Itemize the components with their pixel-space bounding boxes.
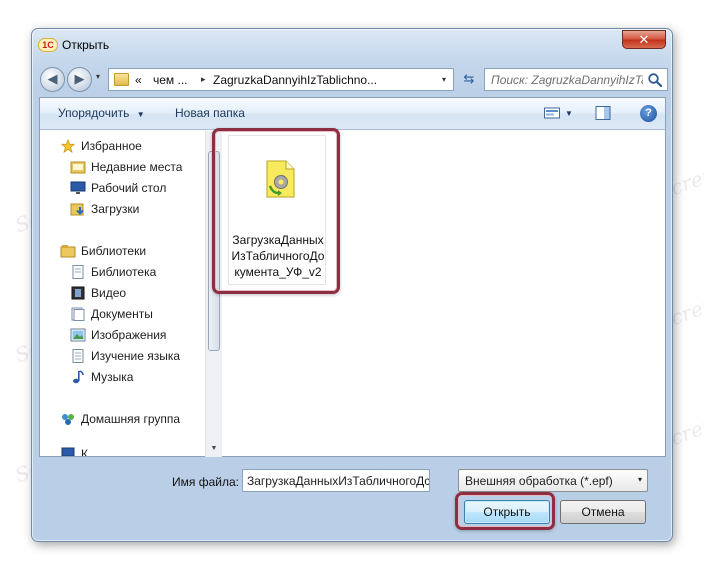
scroll-up-icon[interactable]: ▲ [206, 131, 222, 148]
tree-item-desktop[interactable]: Рабочий стол [70, 179, 166, 199]
back-arrow-icon: ◀ [47, 71, 58, 86]
recent-places-icon [70, 161, 86, 174]
scroll-down-icon[interactable]: ▼ [206, 440, 222, 457]
nav-scrollbar[interactable]: ▲ ▼ [205, 131, 222, 457]
dialog-title: Открыть [62, 38, 110, 52]
refresh-icon: ⇆ [463, 71, 475, 86]
view-dropdown-icon[interactable]: ▼ [565, 109, 573, 118]
command-toolbar: Упорядочить ▼ Новая папка ▼ ? [40, 98, 665, 130]
recent-locations-chevron-icon[interactable]: ▾ [96, 72, 100, 81]
tree-item-label: Изучение языка [91, 349, 181, 363]
desktop-icon [70, 181, 86, 194]
document-icon [72, 264, 84, 279]
tree-item-label: Избранное [81, 139, 142, 153]
film-icon [71, 286, 85, 300]
breadcrumb-overflow[interactable]: « [135, 73, 142, 87]
tree-item-recent-places[interactable]: Недавние места [70, 158, 182, 178]
title-bar[interactable]: 1С Открыть ✕ [32, 29, 672, 59]
address-bar[interactable]: « чем ... ▸ ZagruzkaDannyihIzTablichno..… [108, 68, 454, 91]
epf-file-icon [266, 160, 295, 198]
refresh-button[interactable]: ⇆ [458, 68, 480, 91]
folder-icon [114, 73, 129, 86]
tree-item-homegroup[interactable]: Домашняя группа [60, 410, 180, 430]
tree-item-favorites[interactable]: Избранное [60, 137, 142, 157]
file-list-pane: ЗагрузкаДанныхИзТабличногоДокумента_УФ_v… [222, 131, 665, 456]
search-input[interactable]: Поиск: ZagruzkaDannyihIzTa... [491, 73, 643, 87]
pictures-icon [70, 328, 86, 342]
1c-app-icon: 1С [38, 38, 58, 52]
back-button[interactable]: ◀ [40, 67, 65, 92]
library-document-icon [72, 348, 84, 363]
tree-item-documents[interactable]: Документы [70, 305, 153, 325]
filename-label: Имя файла: [172, 475, 239, 489]
scroll-thumb[interactable] [208, 151, 220, 351]
libraries-icon [60, 244, 76, 258]
breadcrumb-item[interactable]: чем ... [153, 73, 188, 87]
tree-item-pictures[interactable]: Изображения [70, 326, 166, 346]
tree-item-label: Библиотека [91, 265, 157, 279]
file-name: ЗагрузкаДанныхИзТабличногоДокумента_УФ_v… [231, 233, 325, 279]
tree-item-language-learning[interactable]: Изучение языка [70, 347, 180, 367]
preview-pane-icon[interactable] [594, 105, 612, 121]
tree-item-label: Загрузки [91, 202, 140, 216]
tree-item-label: Недавние места [91, 160, 183, 174]
view-options-icon[interactable] [543, 105, 561, 121]
tree-item-label: Библиотеки [81, 244, 147, 258]
open-button[interactable]: Открыть [464, 500, 550, 524]
open-file-dialog: 1С Открыть ✕ ◀ ▶ ▾ « чем ... ▸ ZagruzkaD… [31, 28, 673, 542]
forward-button[interactable]: ▶ [67, 67, 92, 92]
tree-item-label: Изображения [91, 328, 167, 342]
documents-icon [71, 307, 85, 321]
chevron-down-icon: ▼ [136, 110, 145, 119]
search-box[interactable]: Поиск: ZagruzkaDannyihIzTa... [484, 68, 668, 91]
close-button[interactable]: ✕ [622, 30, 666, 49]
search-icon[interactable] [647, 72, 663, 88]
tree-item-music[interactable]: Музыка [70, 368, 133, 388]
file-type-select[interactable]: Внешняя обработка (*.epf) ▾ [458, 469, 648, 492]
navigation-bar: ◀ ▶ ▾ « чем ... ▸ ZagruzkaDannyihIzTabli… [38, 65, 668, 93]
breadcrumb-item-current[interactable]: ZagruzkaDannyihIzTablichno... [213, 73, 377, 87]
tree-item-computer[interactable]: К [60, 445, 88, 456]
filename-input[interactable]: ЗагрузкаДанныхИзТабличногоДс [242, 469, 430, 492]
downloads-icon [70, 203, 84, 216]
tree-item-label: К [81, 447, 88, 456]
homegroup-icon [62, 413, 74, 425]
tree-item-label: Музыка [91, 370, 134, 384]
close-icon: ✕ [638, 32, 650, 47]
tree-item-label: Документы [91, 307, 153, 321]
tree-item-library[interactable]: Библиотека [70, 263, 156, 283]
organize-button[interactable]: Упорядочить ▼ [58, 106, 145, 120]
tree-item-downloads[interactable]: Загрузки [70, 200, 139, 220]
tree-item-libraries[interactable]: Библиотеки [60, 242, 146, 262]
file-type-value: Внешняя обработка (*.epf) [465, 474, 613, 488]
tree-item-label: Рабочий стол [91, 181, 167, 195]
music-note-icon [73, 370, 84, 384]
tree-item-label: Домашняя группа [81, 412, 181, 426]
help-icon[interactable]: ? [640, 105, 657, 122]
address-dropdown-icon[interactable]: ▾ [435, 69, 453, 90]
navigation-pane: Избранное Недавние места Рабочий стол За… [40, 131, 220, 456]
file-item[interactable]: ЗагрузкаДанныхИзТабличногоДокумента_УФ_v… [228, 135, 326, 285]
organize-label: Упорядочить [58, 106, 130, 120]
breadcrumb-separator-icon[interactable]: ▸ [201, 74, 206, 85]
new-folder-button[interactable]: Новая папка [175, 106, 245, 120]
tree-item-label: Видео [91, 286, 127, 300]
computer-icon [61, 447, 75, 456]
forward-arrow-icon: ▶ [74, 71, 85, 86]
chevron-down-icon: ▾ [637, 475, 642, 484]
cancel-button[interactable]: Отмена [560, 500, 646, 524]
browser-pane: Упорядочить ▼ Новая папка ▼ ? Избранное … [39, 97, 666, 457]
star-icon [60, 138, 76, 153]
tree-item-video[interactable]: Видео [70, 284, 126, 304]
